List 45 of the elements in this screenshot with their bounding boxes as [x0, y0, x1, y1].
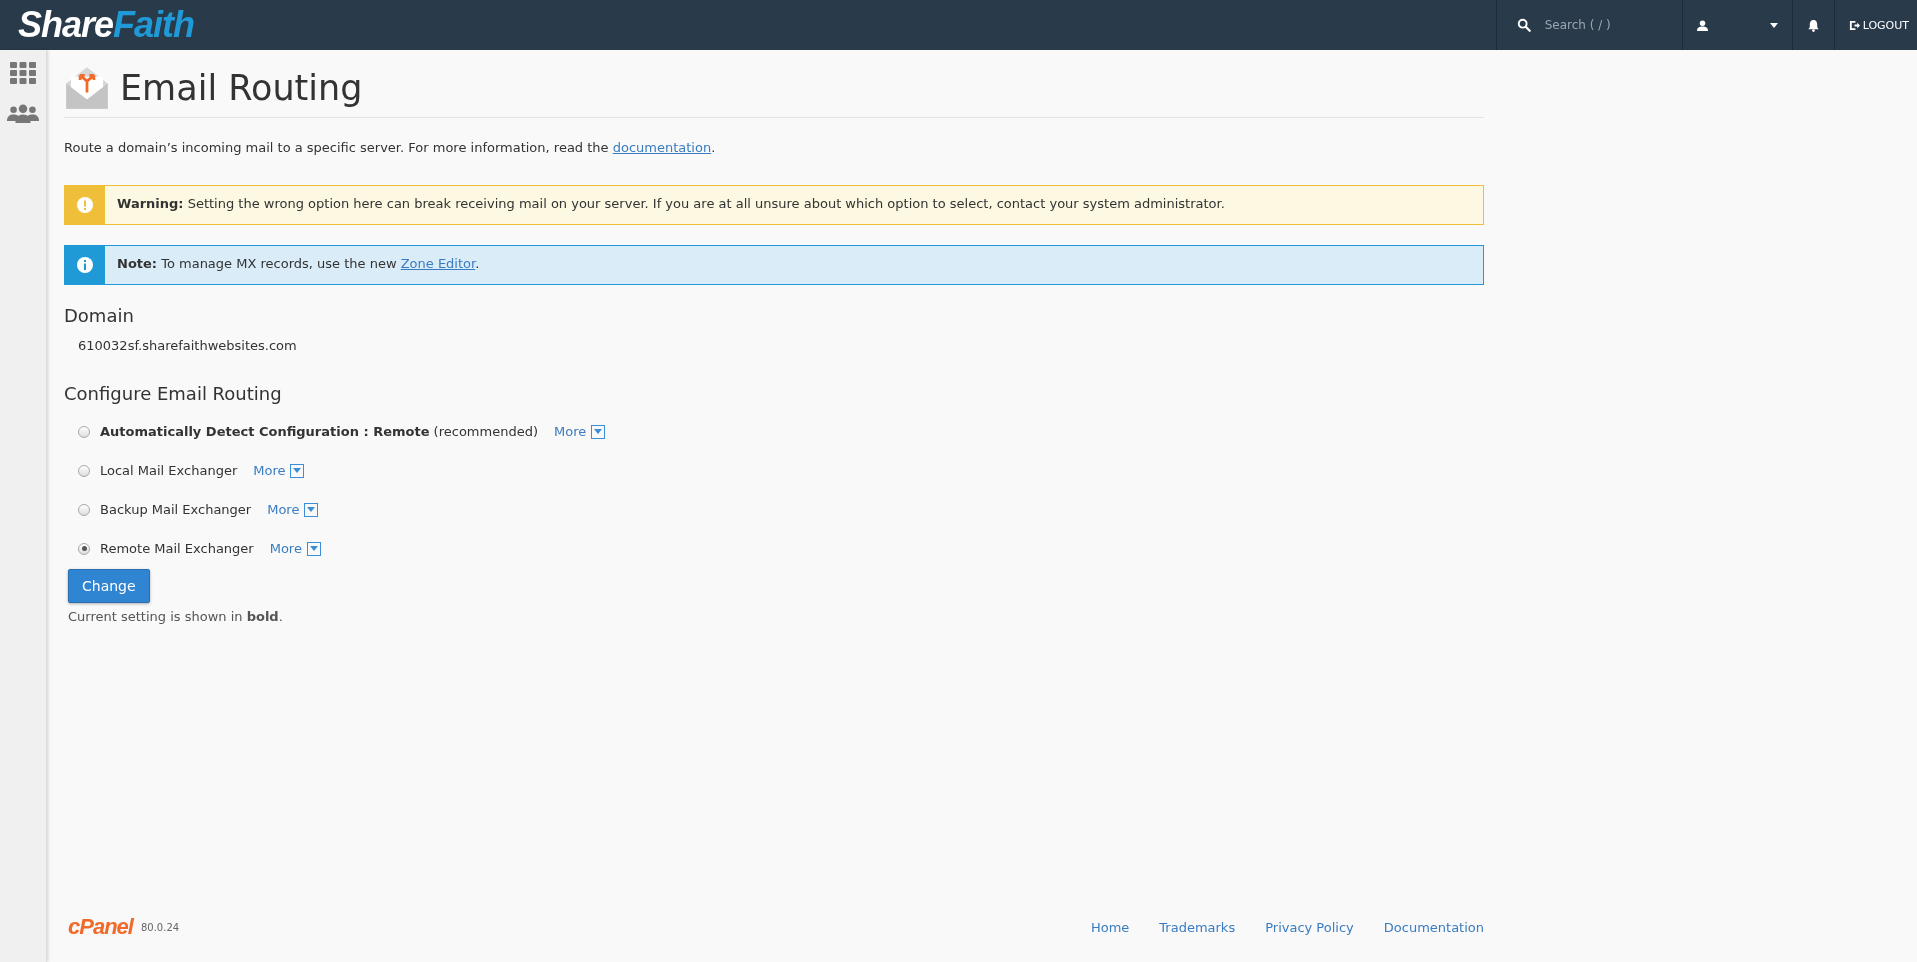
envelope-icon: [64, 65, 110, 111]
users-icon[interactable]: [6, 104, 40, 123]
radio-button[interactable]: [78, 542, 90, 555]
brand-logo[interactable]: ShareFaith: [0, 0, 195, 50]
hint-text: Current setting is shown in bold.: [67, 609, 284, 624]
info-icon: [77, 257, 93, 273]
more-link[interactable]: More: [269, 541, 302, 556]
more-link[interactable]: More: [267, 502, 300, 517]
expand-icon[interactable]: [306, 541, 321, 556]
page-title: Email Routing: [120, 67, 363, 109]
expand-icon[interactable]: [290, 463, 305, 478]
logout-icon: [1848, 19, 1860, 31]
intro-text: Route a domain’s incoming mail to a specific server. For more information, read the documentation.: [64, 140, 717, 155]
section-heading: Domain: [64, 305, 135, 326]
option-label[interactable]: Local Mail Exchanger: [100, 463, 238, 478]
footer-link[interactable]: Documentation: [1383, 919, 1484, 935]
option-label[interactable]: Remote Mail Exchanger: [100, 541, 254, 556]
logout-button[interactable]: LOGOUT: [1833, 0, 1917, 50]
section-heading: Configure Email Routing: [64, 383, 283, 404]
expand-icon[interactable]: [591, 424, 606, 439]
warning-icon: [77, 197, 93, 213]
expand-icon[interactable]: [304, 502, 319, 517]
footer-link[interactable]: Trademarks: [1159, 919, 1236, 935]
change-button[interactable]: Change: [68, 569, 150, 603]
zone-editor-link[interactable]: Zone Editor: [400, 256, 476, 271]
radio-button[interactable]: [78, 464, 90, 477]
footer-link[interactable]: Privacy Policy: [1265, 919, 1354, 935]
alert-text: Note: To manage MX records, use the new Zone Editor.: [116, 255, 481, 273]
domain-name: 610032sf.sharefaithwebsites.com: [77, 337, 298, 355]
option-label[interactable]: Backup Mail Exchanger: [100, 502, 252, 517]
bell-icon: [1806, 18, 1820, 32]
search-icon: [1516, 18, 1531, 32]
more-link[interactable]: More: [253, 463, 286, 478]
radio-button[interactable]: [78, 425, 90, 438]
radio-button[interactable]: [78, 503, 90, 516]
user-icon: [1696, 19, 1708, 31]
grid-icon[interactable]: [10, 62, 36, 84]
alert-text: Warning: Setting the wrong option here can break receiving mail on your server. If you are at all unsure about which option to select, contact your system administrator.: [116, 195, 1226, 213]
cpanel-logo: cPanel: [68, 914, 133, 940]
option-label[interactable]: Automatically Detect Configuration : Remote (recommended): [100, 424, 538, 439]
version-text: 80.0.24: [140, 921, 180, 933]
more-link[interactable]: More: [554, 424, 587, 439]
footer-link[interactable]: Home: [1090, 919, 1130, 935]
search-field[interactable]: Search ( / ): [1542, 17, 1667, 33]
documentation-link[interactable]: documentation: [612, 140, 712, 155]
